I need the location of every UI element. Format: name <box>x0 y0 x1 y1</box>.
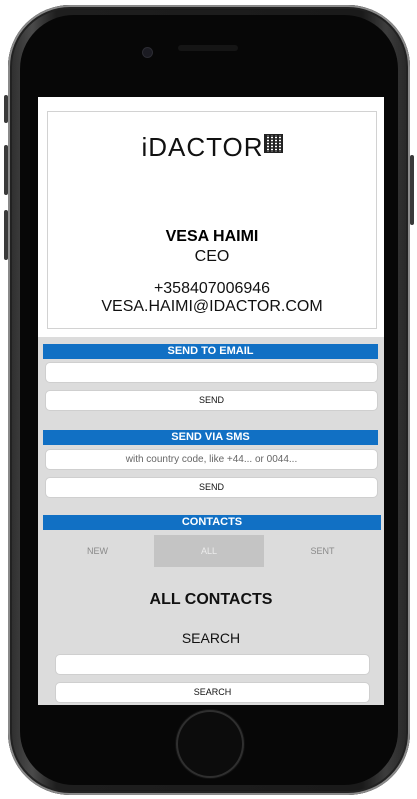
mute-switch <box>4 95 8 123</box>
business-card-area: iDACTOR VESA HAIMI CEO +358407006946 VES… <box>38 97 384 337</box>
all-contacts-heading: ALL CONTACTS <box>149 591 273 608</box>
home-button[interactable] <box>178 712 242 776</box>
contacts-tabs: NEW ALL SENT <box>41 535 381 567</box>
power-button <box>410 155 414 225</box>
send-email-button[interactable]: SEND <box>45 390 378 411</box>
qr-code-icon <box>263 134 283 153</box>
search-label: SEARCH <box>181 630 241 646</box>
volume-up-button <box>4 145 8 195</box>
search-input[interactable] <box>55 654 370 675</box>
tab-all[interactable]: ALL <box>154 535 264 567</box>
contact-name: VESA HAIMI <box>165 228 259 245</box>
front-camera <box>143 48 152 57</box>
search-button[interactable]: SEARCH <box>55 682 370 703</box>
logo-text: iDACTOR <box>141 132 264 162</box>
earpiece-speaker <box>178 45 238 51</box>
tab-sent[interactable]: SENT <box>264 535 381 567</box>
contacts-header: CONTACTS <box>43 515 381 530</box>
business-card: iDACTOR VESA HAIMI CEO +358407006946 VES… <box>47 111 377 329</box>
contact-email: VESA.HAIMI@IDACTOR.COM <box>101 298 323 315</box>
volume-down-button <box>4 210 8 260</box>
send-sms-header: SEND VIA SMS <box>43 430 378 445</box>
contact-phone: +358407006946 <box>153 280 271 297</box>
sms-phone-input[interactable] <box>45 449 378 470</box>
contact-title: CEO <box>194 248 230 265</box>
send-sms-button[interactable]: SEND <box>45 477 378 498</box>
send-email-header: SEND TO EMAIL <box>43 344 378 359</box>
email-input[interactable] <box>45 362 378 383</box>
company-logo: iDACTOR <box>48 132 376 163</box>
tab-new[interactable]: NEW <box>41 535 154 567</box>
app-screen: iDACTOR VESA HAIMI CEO +358407006946 VES… <box>38 97 384 705</box>
